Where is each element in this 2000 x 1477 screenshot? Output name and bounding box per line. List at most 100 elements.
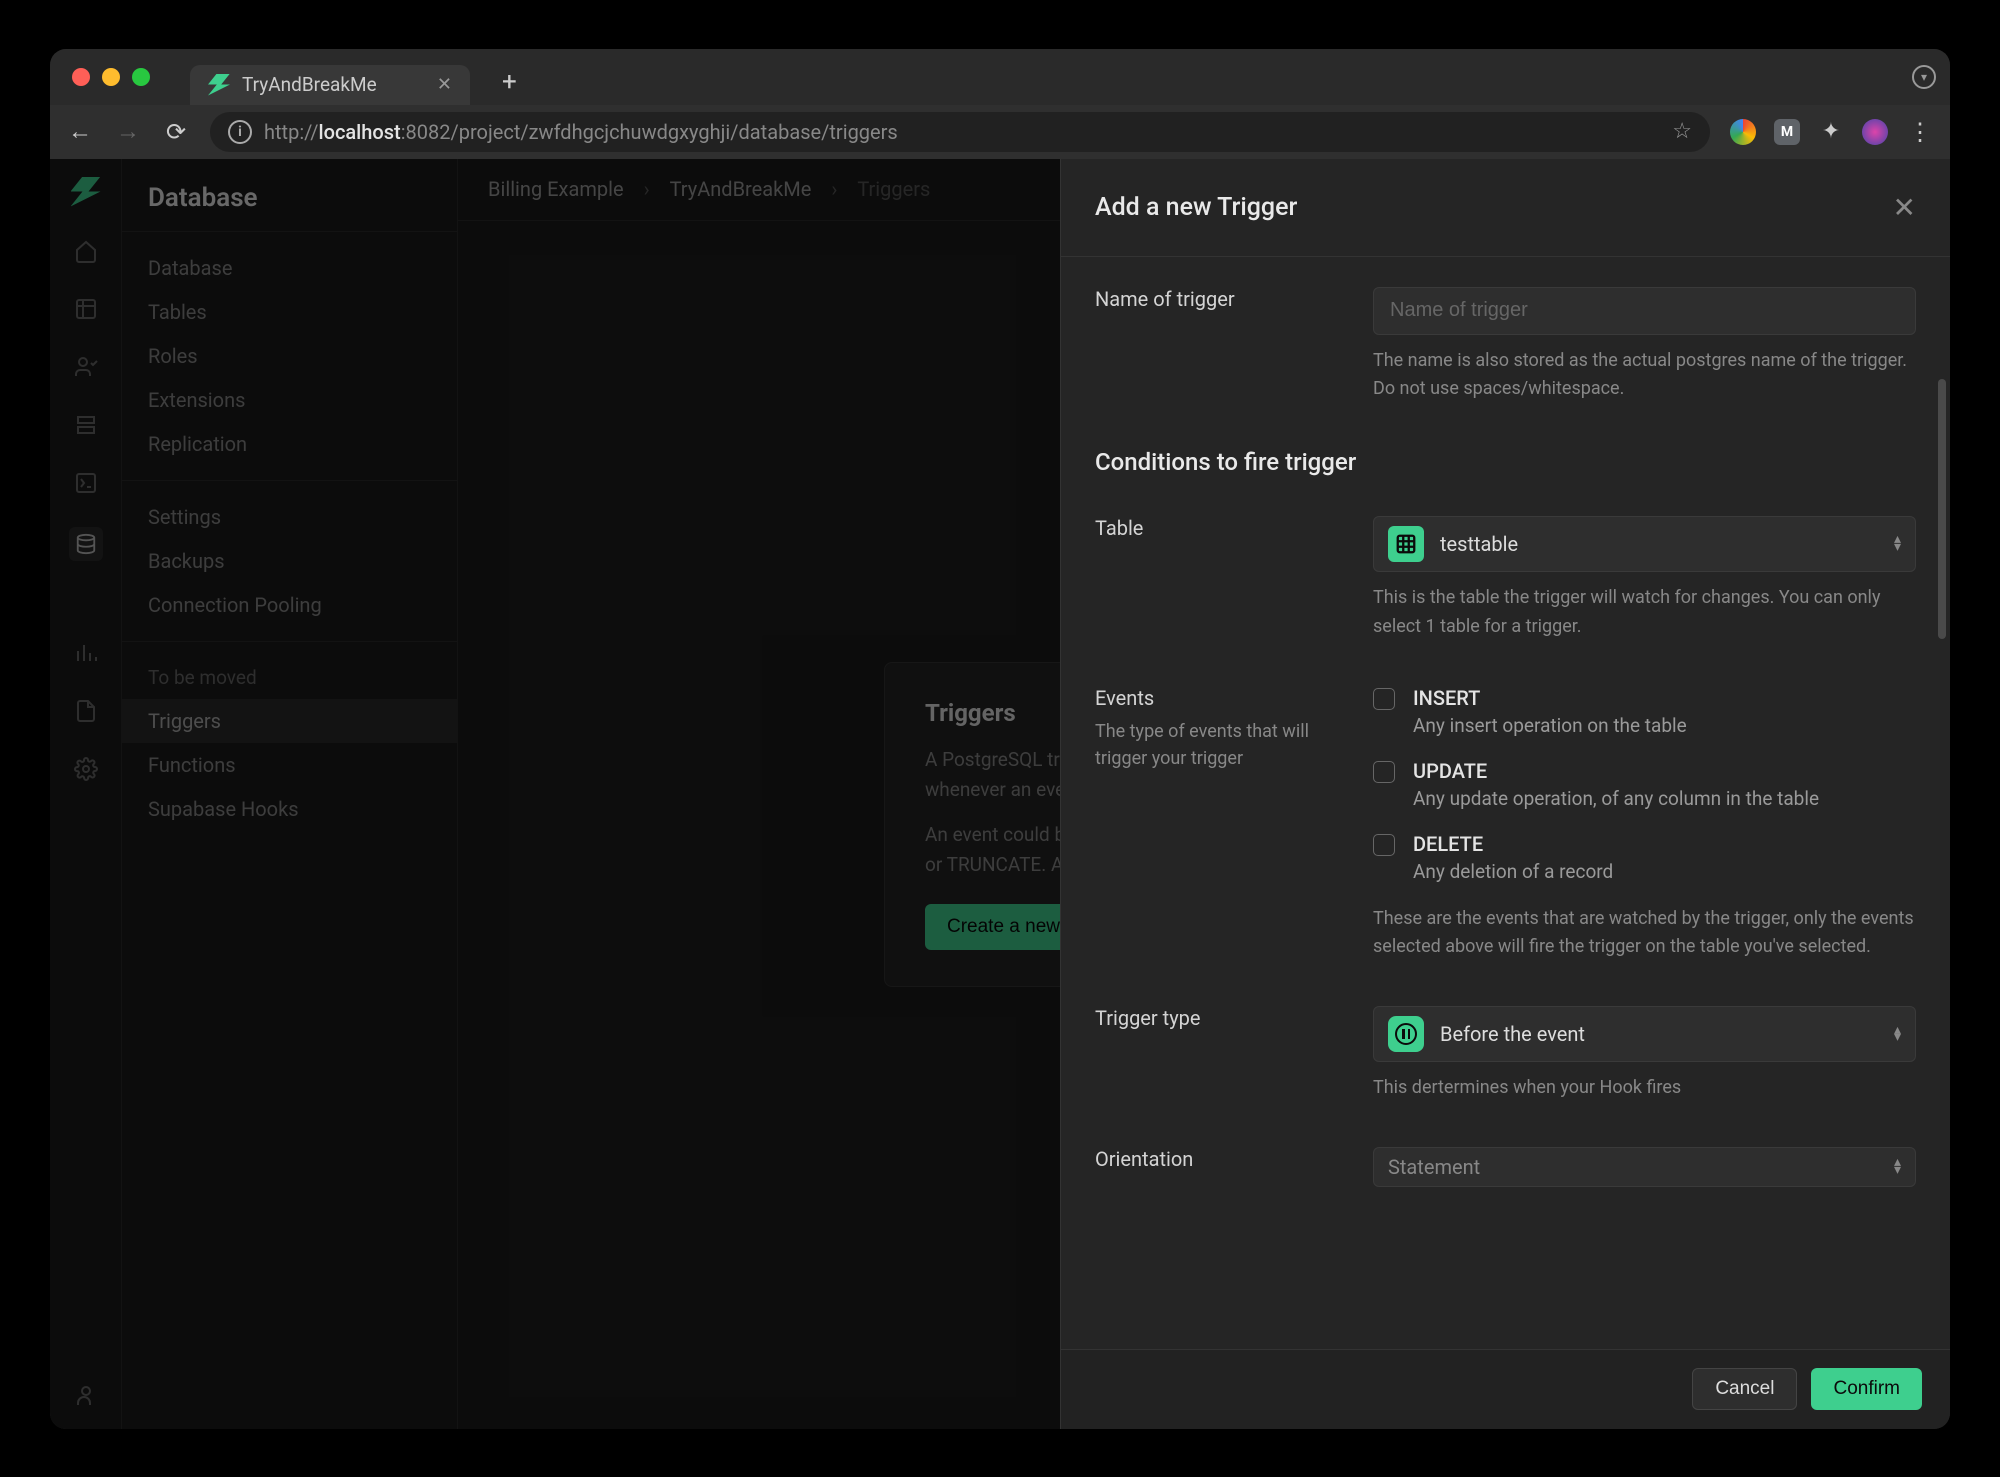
ext-icon-gmail[interactable]: M (1774, 119, 1800, 145)
database-icon[interactable] (69, 527, 103, 561)
orientation-value: Statement (1388, 1155, 1480, 1179)
sidenav-group-label: To be moved (122, 656, 457, 699)
sidenav-item-settings[interactable]: Settings (122, 495, 457, 539)
reports-icon[interactable] (72, 639, 100, 667)
traffic-lights (64, 68, 150, 86)
url-text: http://localhost:8082/project/zwfdhgcjch… (264, 120, 898, 144)
trigger-type-value: Before the event (1440, 1022, 1585, 1046)
checkbox[interactable] (1373, 688, 1395, 710)
side-panel: Add a new Trigger ✕ Name of trigger The … (1060, 159, 1950, 1429)
scrollbar-thumb[interactable] (1938, 379, 1946, 639)
orientation-select[interactable]: Statement ▴▾ (1373, 1147, 1916, 1187)
table-select-value: testtable (1440, 532, 1518, 556)
table-select[interactable]: testtable ▴▾ (1373, 516, 1916, 572)
event-desc: Any insert operation on the table (1413, 714, 1687, 737)
extensions-icon[interactable]: ✦ (1818, 119, 1844, 145)
name-helper: The name is also stored as the actual po… (1373, 347, 1916, 405)
crumb-project[interactable]: TryAndBreakMe (670, 177, 812, 201)
ext-icon-1[interactable] (1730, 119, 1756, 145)
tab-menu-icon[interactable]: ▾ (1912, 65, 1936, 89)
reload-icon[interactable]: ⟳ (162, 118, 190, 146)
minimize-window[interactable] (102, 68, 120, 86)
site-info-icon[interactable]: i (228, 120, 252, 144)
close-window[interactable] (72, 68, 90, 86)
trigger-type-label: Trigger type (1095, 1006, 1349, 1030)
panel-title: Add a new Trigger (1095, 193, 1297, 222)
events-helper: These are the events that are watched by… (1373, 905, 1916, 963)
cancel-button[interactable]: Cancel (1692, 1368, 1797, 1410)
new-tab-button[interactable]: + (502, 67, 517, 97)
trigger-type-select[interactable]: Before the event ▴▾ (1373, 1006, 1916, 1062)
table-icon (1388, 526, 1424, 562)
tab-close-icon[interactable]: ✕ (437, 74, 452, 95)
event-desc: Any deletion of a record (1413, 860, 1613, 883)
table-label: Table (1095, 516, 1349, 540)
confirm-button[interactable]: Confirm (1811, 1368, 1922, 1410)
checkbox[interactable] (1373, 834, 1395, 856)
event-name: INSERT (1413, 686, 1687, 710)
extension-icons: M ✦ ⋮ (1730, 118, 1934, 146)
event-delete[interactable]: DELETE Any deletion of a record (1373, 832, 1916, 883)
profile-avatar[interactable] (1862, 119, 1888, 145)
crumb-org[interactable]: Billing Example (488, 177, 624, 201)
name-label: Name of trigger (1095, 287, 1349, 311)
sidenav-item-extensions[interactable]: Extensions (122, 378, 457, 422)
orientation-label: Orientation (1095, 1147, 1349, 1171)
chevron-updown-icon: ▴▾ (1894, 1159, 1901, 1174)
forward-icon[interactable]: → (114, 117, 142, 146)
checkbox[interactable] (1373, 761, 1395, 783)
browser-window: TryAndBreakMe ✕ + ▾ ← → ⟳ i http://local… (50, 49, 1950, 1429)
trigger-name-input[interactable] (1373, 287, 1916, 335)
browser-tab[interactable]: TryAndBreakMe ✕ (190, 65, 470, 105)
docs-icon[interactable] (72, 697, 100, 725)
icon-rail (50, 159, 122, 1429)
event-insert[interactable]: INSERT Any insert operation on the table (1373, 686, 1916, 737)
sidenav-item-replication[interactable]: Replication (122, 422, 457, 466)
event-name: DELETE (1413, 832, 1613, 856)
url-field[interactable]: i http://localhost:8082/project/zwfdhgcj… (210, 112, 1710, 152)
page-title: Database (122, 159, 457, 231)
storage-icon[interactable] (72, 411, 100, 439)
trigger-type-helper: This dertermines when your Hook fires (1373, 1074, 1916, 1103)
sql-icon[interactable] (72, 469, 100, 497)
event-name: UPDATE (1413, 759, 1819, 783)
sidenav-item-roles[interactable]: Roles (122, 334, 457, 378)
event-desc: Any update operation, of any column in t… (1413, 787, 1819, 810)
auth-icon[interactable] (72, 353, 100, 381)
sidenav: Database Database Tables Roles Extension… (122, 159, 458, 1429)
supabase-icon (208, 74, 230, 96)
events-label: Events (1095, 686, 1349, 710)
crumb-page: Triggers (857, 177, 930, 201)
pause-icon (1388, 1016, 1424, 1052)
address-bar: ← → ⟳ i http://localhost:8082/project/zw… (50, 105, 1950, 159)
close-icon[interactable]: ✕ (1893, 191, 1916, 224)
sidenav-item-backups[interactable]: Backups (122, 539, 457, 583)
table-helper: This is the table the trigger will watch… (1373, 584, 1916, 642)
star-icon[interactable]: ☆ (1672, 119, 1692, 144)
chevron-updown-icon: ▴▾ (1894, 536, 1901, 551)
sidenav-item-tables[interactable]: Tables (122, 290, 457, 334)
chevron-updown-icon: ▴▾ (1894, 1027, 1901, 1042)
account-icon[interactable] (72, 1381, 100, 1409)
sidenav-item-connection-pooling[interactable]: Connection Pooling (122, 583, 457, 627)
sidenav-item-supabase-hooks[interactable]: Supabase Hooks (122, 787, 457, 831)
table-editor-icon[interactable] (72, 295, 100, 323)
event-update[interactable]: UPDATE Any update operation, of any colu… (1373, 759, 1916, 810)
sidenav-item-triggers[interactable]: Triggers (122, 699, 457, 743)
sidenav-item-functions[interactable]: Functions (122, 743, 457, 787)
maximize-window[interactable] (132, 68, 150, 86)
events-sublabel: The type of events that will trigger you… (1095, 718, 1349, 772)
home-icon[interactable] (72, 237, 100, 265)
app-logo[interactable] (71, 177, 101, 207)
panel-footer: Cancel Confirm (1061, 1349, 1950, 1429)
tab-title: TryAndBreakMe (242, 73, 377, 96)
panel-body[interactable]: Name of trigger The name is also stored … (1061, 257, 1950, 1349)
back-icon[interactable]: ← (66, 117, 94, 146)
browser-menu-icon[interactable]: ⋮ (1906, 118, 1934, 146)
settings-icon[interactable] (72, 755, 100, 783)
panel-header: Add a new Trigger ✕ (1061, 159, 1950, 257)
sidenav-item-database[interactable]: Database (122, 246, 457, 290)
chevron-right-icon: › (831, 177, 837, 201)
titlebar: TryAndBreakMe ✕ + ▾ (50, 49, 1950, 105)
chevron-right-icon: › (644, 177, 650, 201)
